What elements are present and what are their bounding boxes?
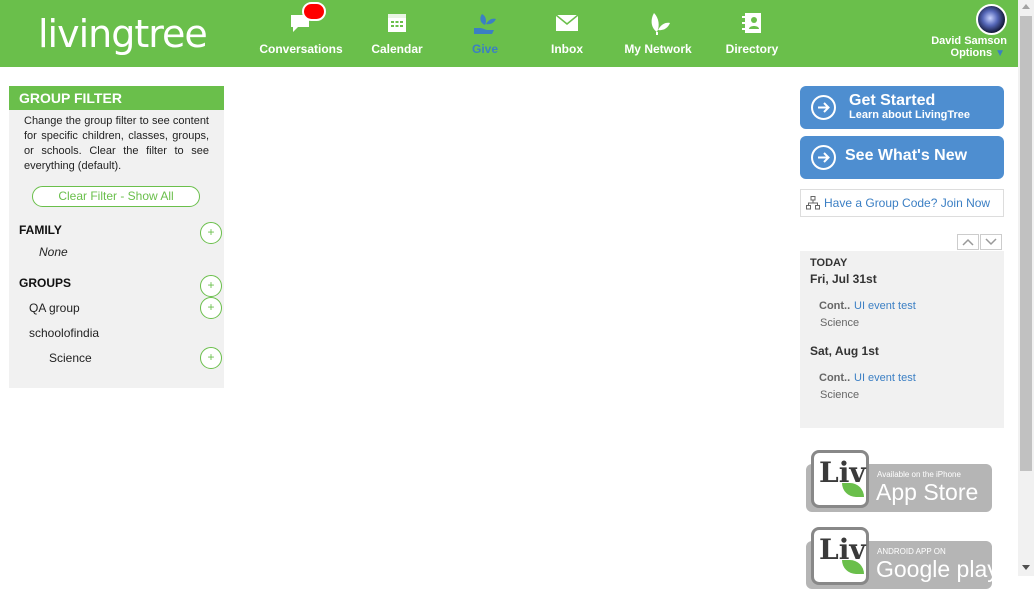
nav-give[interactable]: Give: [468, 0, 502, 67]
event-date: Sat, Aug 1st: [810, 344, 879, 358]
calendar-prev-button[interactable]: [957, 234, 979, 250]
caret-down-icon: ▼: [995, 48, 1005, 59]
family-none-text: None: [39, 245, 68, 259]
nav-label: Conversations: [259, 42, 343, 56]
envelope-icon: [555, 14, 579, 31]
user-name[interactable]: David Samson: [931, 35, 1007, 47]
event-link[interactable]: UI event test: [854, 300, 916, 312]
calendar-icon: [388, 14, 406, 32]
google-play-big-text: Google play: [876, 556, 999, 582]
scroll-thumb[interactable]: [1020, 16, 1032, 471]
group-code-join-link[interactable]: Have a Group Code? Join Now: [800, 189, 1004, 217]
calendar-next-button[interactable]: [980, 234, 1002, 250]
group-filter-panel: GROUP FILTER Change the group filter to …: [9, 86, 224, 388]
add-group-button[interactable]: +: [200, 275, 222, 297]
nav-my-network[interactable]: My Network: [624, 0, 692, 67]
scroll-up-arrow-icon[interactable]: [1022, 4, 1030, 9]
options-label: Options: [950, 47, 993, 59]
user-options-menu[interactable]: Options ▼: [951, 47, 1005, 59]
add-science-button[interactable]: +: [200, 347, 222, 369]
family-section-title: FAMILY: [19, 223, 62, 237]
group-item-science[interactable]: Science: [49, 351, 92, 365]
group-filter-title: GROUP FILTER: [9, 86, 224, 110]
google-play-small-text: ANDROID APP ON: [877, 547, 946, 556]
event-link[interactable]: UI event test: [854, 372, 916, 384]
event-prefix: Cont..: [819, 372, 851, 384]
org-chart-icon: [806, 196, 820, 210]
add-family-button[interactable]: +: [200, 222, 222, 244]
calendar-nav: [957, 234, 1003, 251]
add-qa-group-button[interactable]: +: [200, 297, 222, 319]
directory-contact-icon: [742, 13, 761, 33]
top-navigation-bar: livingtree Conversations Calendar Give I…: [0, 0, 1018, 67]
see-whats-new-button[interactable]: See What's New: [800, 136, 1004, 179]
chevron-up-icon: [962, 238, 974, 246]
get-started-button[interactable]: Get Started Learn about LivingTree: [800, 86, 1004, 129]
event-prefix: Cont..: [819, 300, 851, 312]
groups-section-title: GROUPS: [19, 276, 72, 290]
get-started-subtitle: Learn about LivingTree: [849, 109, 971, 121]
arrow-right-circle-icon: [811, 95, 836, 120]
see-whats-new-title: See What's New: [845, 147, 968, 164]
chevron-down-icon: [985, 238, 997, 246]
leaf-network-icon: [651, 13, 670, 35]
event-date: Fri, Jul 31st: [810, 272, 877, 286]
logo-text: livingtree: [38, 12, 208, 56]
vertical-scrollbar[interactable]: [1018, 0, 1034, 576]
clear-filter-button[interactable]: Clear Filter - Show All: [32, 186, 200, 207]
group-item-schoolofindia[interactable]: schoolofindia: [29, 326, 99, 340]
app-store-badge[interactable]: Liv Available on the iPhone App Store: [806, 450, 992, 512]
give-hand-plant-icon: [474, 14, 496, 34]
arrow-right-circle-icon: [811, 145, 836, 170]
today-label: TODAY: [810, 257, 848, 269]
nav-label: Calendar: [371, 42, 423, 56]
group-code-label: Have a Group Code? Join Now: [824, 196, 991, 210]
livingtree-app-icon: Liv: [811, 450, 869, 508]
nav-label: My Network: [624, 42, 692, 56]
nav-inbox[interactable]: Inbox: [548, 0, 586, 67]
group-filter-description: Change the group filter to see content f…: [24, 115, 209, 172]
app-store-big-text: App Store: [876, 479, 979, 505]
upcoming-events-panel: TODAY Fri, Jul 31st Cont.. UI event test…: [800, 251, 1004, 428]
user-avatar[interactable]: [976, 4, 1007, 35]
app-store-small-text: Available on the iPhone: [877, 470, 961, 479]
nav-conversations[interactable]: Conversations: [259, 0, 343, 67]
event-group: Science: [820, 317, 860, 329]
nav-label: Inbox: [551, 42, 583, 56]
event-group: Science: [820, 389, 860, 401]
nav-directory[interactable]: Directory: [726, 0, 778, 67]
nav-calendar[interactable]: Calendar: [368, 0, 426, 67]
get-started-title: Get Started: [849, 92, 936, 109]
google-play-badge[interactable]: Liv ANDROID APP ON Google play: [806, 527, 999, 589]
nav-label: Give: [471, 42, 498, 56]
notification-badge: [302, 2, 326, 21]
livingtree-logo[interactable]: livingtree: [38, 10, 208, 56]
scroll-down-arrow-icon[interactable]: [1022, 565, 1030, 570]
livingtree-app-icon: Liv: [811, 527, 869, 585]
nav-label: Directory: [725, 42, 779, 56]
group-item-qa-group[interactable]: QA group: [29, 301, 80, 315]
